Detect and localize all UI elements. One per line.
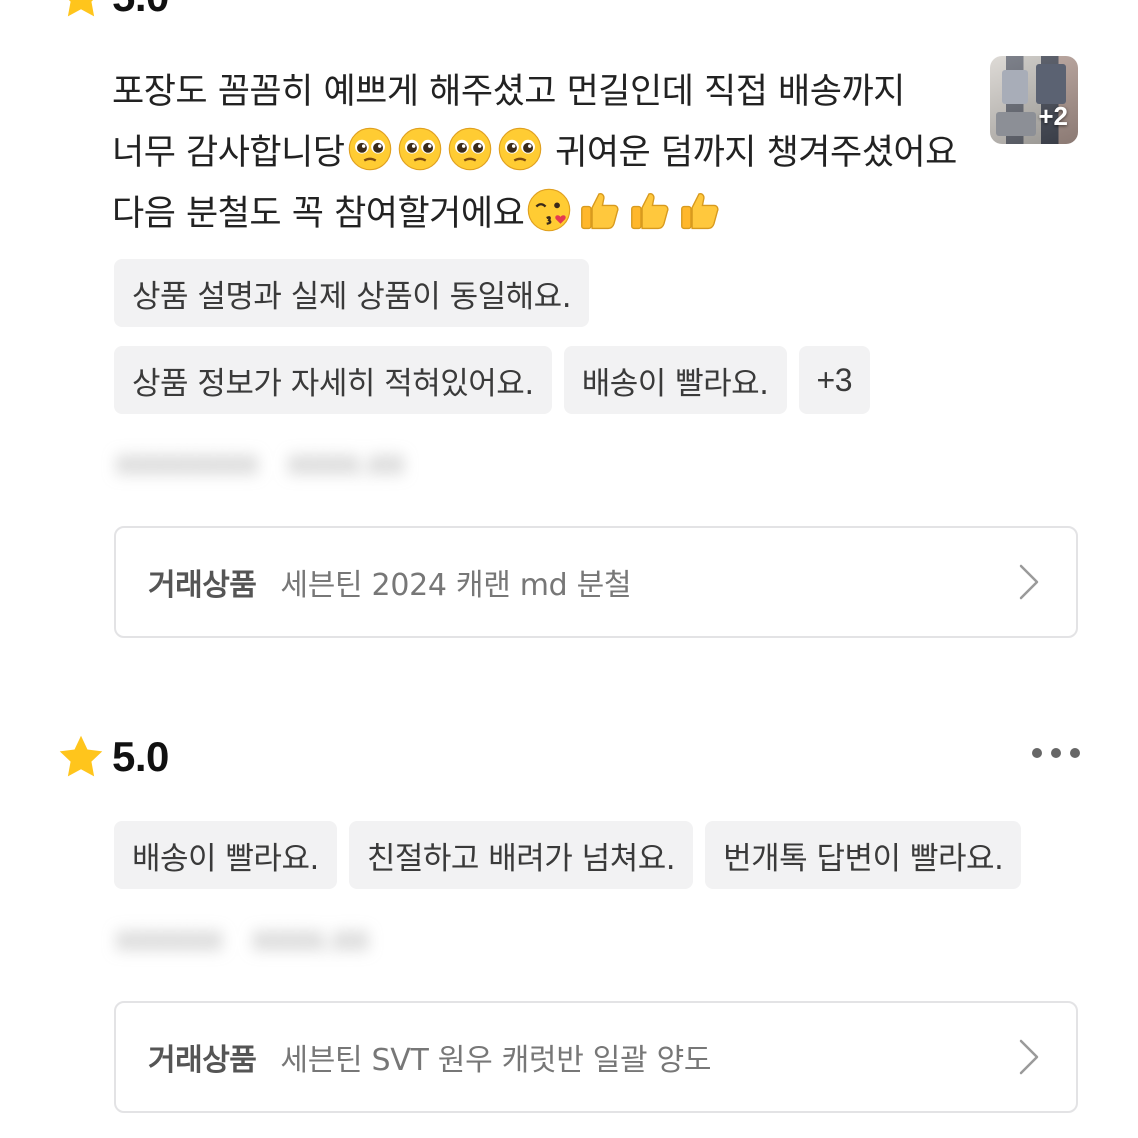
review-score: 5.0 (112, 733, 169, 780)
more-options-button[interactable] (1032, 748, 1080, 758)
review-date-blurred: xxxx.xx (252, 922, 369, 957)
star-icon (67, 0, 95, 17)
thumbs-up-icon (681, 192, 719, 230)
review-1-tags-row-2: 상품 정보가 자세히 적혀있어요. 배송이 빨라요. +3 (114, 346, 870, 414)
product-name: 세븐틴 SVT 원우 캐럿반 일괄 양도 (280, 1043, 712, 1078)
review-tag[interactable]: 친절하고 배려가 넘쳐요. (348, 821, 694, 889)
review-tag[interactable]: 배송이 빨라요. (563, 346, 787, 414)
product-label: 거래상품 (148, 568, 257, 603)
review-1-rating: 5.0 (56, 0, 169, 22)
pleading-face-icon (498, 127, 541, 171)
product-label: 거래상품 (148, 1043, 257, 1078)
chevron-right-icon (1019, 564, 1039, 600)
review-text: 포장도 꼼꼼히 예쁘게 해주셨고 먼길인데 직접 배송까지 너무 감사합니당 귀… (112, 62, 962, 245)
review-tag[interactable]: 배송이 빨라요. (114, 821, 337, 889)
review-date-blurred: xxxx.xx (288, 446, 405, 481)
review-photo-thumbnail[interactable]: +2 (990, 56, 1078, 144)
product-name: 세븐틴 2024 캐랜 md 분철 (280, 568, 632, 603)
review-tag[interactable]: 번개톡 답변이 빨라요. (705, 821, 1022, 889)
author-name-blurred: xxxxxxxx (116, 446, 259, 481)
photo-count-badge: +2 (1038, 101, 1068, 131)
star-icon (59, 735, 103, 777)
traded-product-link[interactable]: 거래상품 세븐틴 2024 캐랜 md 분철 (114, 526, 1078, 638)
review-1-tags-row-1: 상품 설명과 실제 상품이 동일해요. (114, 259, 590, 327)
thumbs-up-icon (581, 192, 619, 230)
review-2-meta-blurred: xxxxxx xxxx.xx (116, 922, 369, 957)
chevron-right-icon (1019, 1039, 1039, 1075)
author-name-blurred: xxxxxx (116, 922, 223, 957)
review-tag[interactable]: 상품 설명과 실제 상품이 동일해요. (114, 259, 590, 327)
review-1-meta-blurred: xxxxxxxx xxxx.xx (116, 446, 404, 481)
review-score: 5.0 (112, 0, 169, 21)
traded-product-link[interactable]: 거래상품 세븐틴 SVT 원우 캐럿반 일괄 양도 (114, 1001, 1078, 1113)
review-2-tags: 배송이 빨라요. 친절하고 배려가 넘쳐요. 번개톡 답변이 빨라요. (114, 821, 1022, 889)
more-tags-button[interactable]: +3 (798, 346, 870, 414)
thumbs-up-icon (631, 192, 669, 230)
pleading-face-icon (448, 127, 491, 171)
review-tag[interactable]: 상품 정보가 자세히 적혀있어요. (114, 346, 552, 414)
pleading-face-icon (348, 127, 391, 171)
review-2-rating: 5.0 (56, 732, 169, 782)
more-horizontal-icon (1032, 748, 1042, 758)
pleading-face-icon (398, 127, 441, 171)
face-blowing-kiss-icon (528, 188, 571, 232)
